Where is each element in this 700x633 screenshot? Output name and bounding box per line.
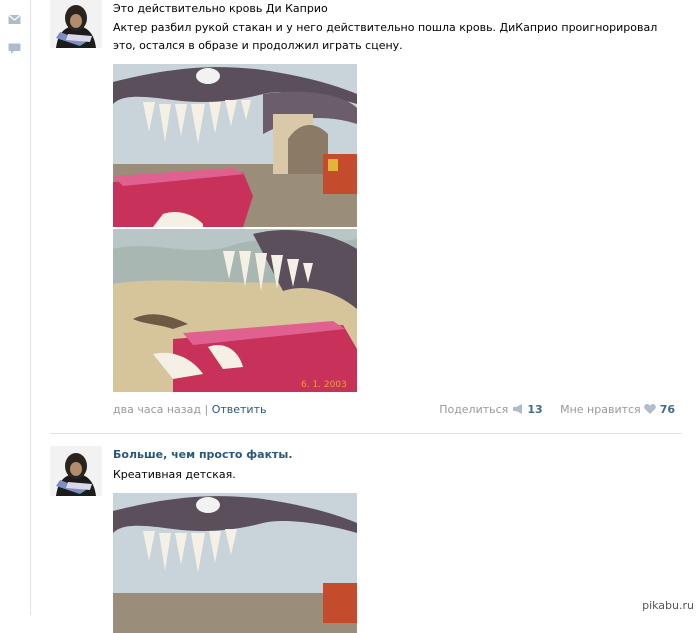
post-text: Актер разбил рукой стакан и у него дейст… — [113, 21, 658, 52]
comment-icon[interactable] — [8, 43, 21, 54]
share-count: 13 — [527, 403, 543, 416]
post-author-link[interactable]: Больше, чем просто факты. — [113, 448, 680, 462]
mail-icon[interactable] — [8, 14, 21, 25]
post-title: Это действительно кровь Ди Каприо — [113, 2, 328, 15]
watermark: pikabu.ru — [640, 599, 696, 612]
post-text: Креативная детская. — [113, 468, 236, 481]
avatar[interactable] — [50, 0, 102, 48]
left-rail — [0, 0, 31, 615]
avatar[interactable] — [50, 446, 102, 496]
photo-bottom[interactable]: 6. 1. 2003 — [113, 229, 357, 392]
like-button[interactable]: Мне нравится — [560, 403, 641, 416]
megaphone-icon[interactable] — [512, 403, 528, 416]
post-divider — [50, 433, 682, 434]
post-actions: Поделиться 13 Мне нравится 76 — [439, 400, 675, 420]
share-button[interactable]: Поделиться — [439, 403, 508, 416]
post-time: два часа назад — [113, 403, 201, 416]
reply-link[interactable]: Ответить — [212, 403, 267, 416]
photo-date-stamp: 6. 1. 2003 — [301, 380, 347, 390]
like-count: 76 — [659, 403, 675, 416]
photo-top[interactable] — [113, 64, 357, 227]
post-footer: два часа назад | Ответить Поделиться 13 … — [113, 400, 680, 420]
photo-kids-room[interactable] — [113, 493, 357, 633]
heart-icon[interactable] — [644, 403, 660, 416]
